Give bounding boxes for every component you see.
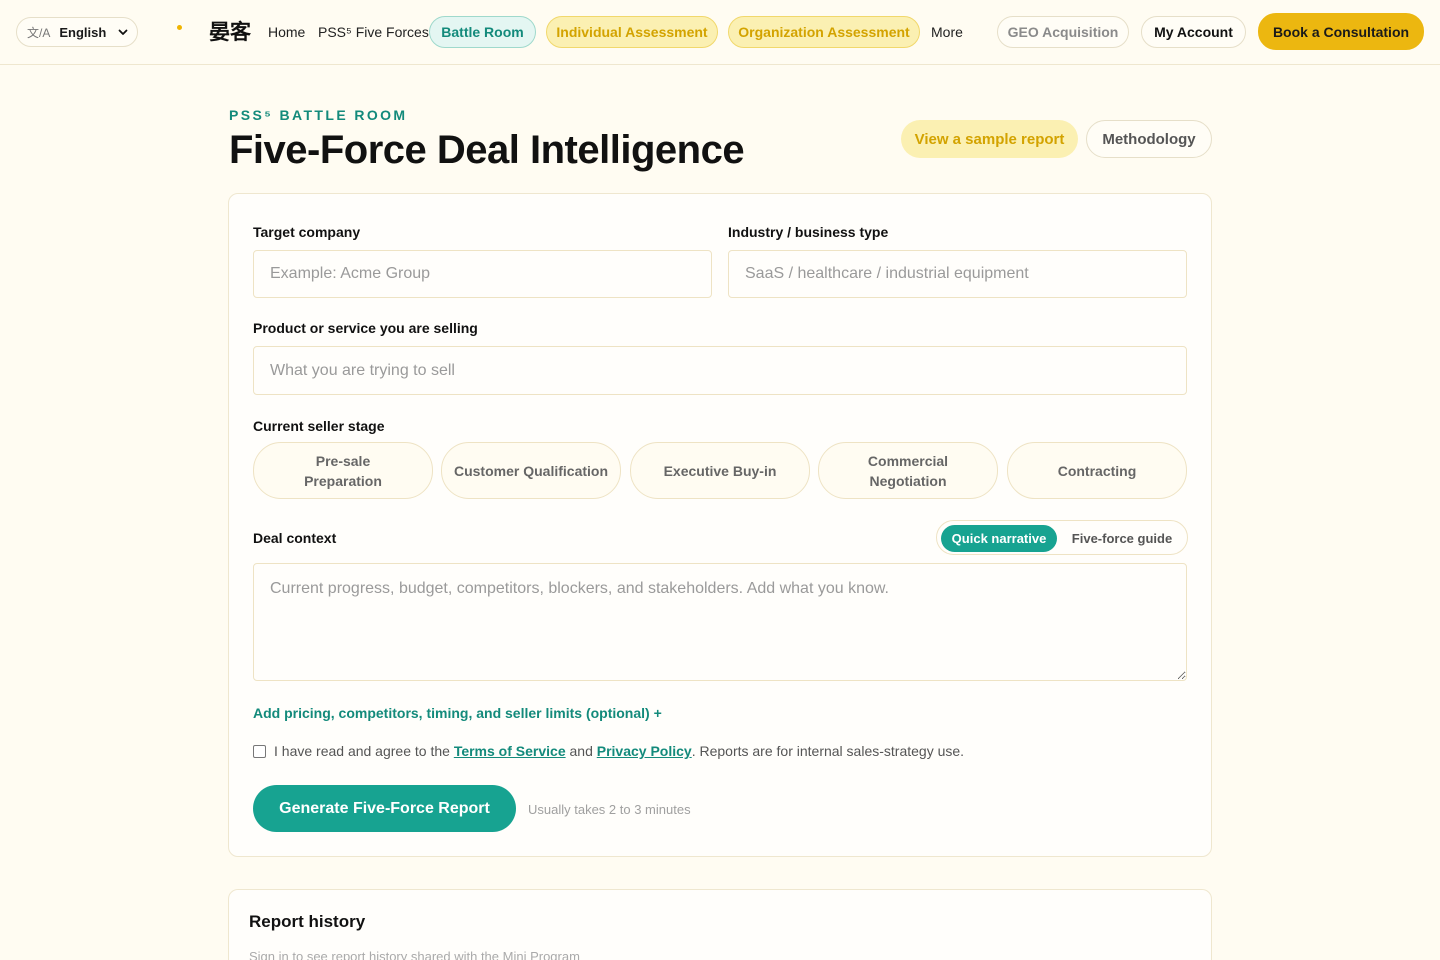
privacy-policy-link[interactable]: Privacy Policy xyxy=(597,743,692,759)
nav-five-forces[interactable]: PSS⁵ Five Forces xyxy=(318,24,429,40)
terms-agreement: I have read and agree to the Terms of Se… xyxy=(253,743,964,759)
nav-battle-room[interactable]: Battle Room xyxy=(429,16,536,48)
brand-logo[interactable]: 晏客 xyxy=(209,16,251,46)
target-company-input[interactable] xyxy=(253,250,712,298)
page-title: Five-Force Deal Intelligence xyxy=(229,128,745,172)
nav-more[interactable]: More xyxy=(931,24,963,40)
five-force-guide-tab[interactable]: Five-force guide xyxy=(1067,525,1177,552)
page-eyebrow: PSS⁵ BATTLE ROOM xyxy=(229,107,408,123)
terms-of-service-link[interactable]: Terms of Service xyxy=(454,743,566,759)
generate-report-button[interactable]: Generate Five-Force Report xyxy=(253,785,516,832)
product-input[interactable] xyxy=(253,346,1187,395)
generation-time-hint: Usually takes 2 to 3 minutes xyxy=(528,802,691,817)
agree-text-post: . Reports are for internal sales-strateg… xyxy=(691,743,965,759)
report-history-title: Report history xyxy=(249,912,366,931)
industry-input[interactable] xyxy=(728,250,1187,298)
report-history-card: Report history Sign in to see report his… xyxy=(228,889,1212,960)
nav-individual-assessment[interactable]: Individual Assessment xyxy=(546,16,718,48)
agree-text-pre: I have read and agree to the xyxy=(274,743,454,759)
translate-icon: 文/A xyxy=(27,25,51,40)
stage-executive-buy-in[interactable]: Executive Buy-in xyxy=(630,442,810,499)
book-consultation-button[interactable]: Book a Consultation xyxy=(1258,13,1424,50)
seller-stage-label: Current seller stage xyxy=(253,418,385,434)
logo-dot xyxy=(177,25,182,30)
deal-form-card: Target company Industry / business type … xyxy=(228,193,1212,857)
nav-home[interactable]: Home xyxy=(268,24,305,40)
stage-commercial-negotiation[interactable]: Commercial Negotiation xyxy=(818,442,998,499)
top-navigation: 文/A English 晏客 Home PSS⁵ Five Forces Bat… xyxy=(0,0,1440,65)
stage-customer-qualification[interactable]: Customer Qualification xyxy=(441,442,621,499)
language-selector[interactable]: 文/A English xyxy=(16,17,138,47)
deal-context-label: Deal context xyxy=(253,530,337,546)
nav-organization-assessment[interactable]: Organization Assessment xyxy=(728,16,920,48)
target-company-label: Target company xyxy=(253,224,361,240)
deal-context-textarea[interactable] xyxy=(253,563,1187,681)
language-label: English xyxy=(59,24,107,40)
add-optional-details-link[interactable]: Add pricing, competitors, timing, and se… xyxy=(253,705,662,721)
chevron-down-icon xyxy=(118,29,128,35)
quick-narrative-tab[interactable]: Quick narrative xyxy=(941,525,1057,552)
nav-geo-acquisition[interactable]: GEO Acquisition xyxy=(997,16,1129,48)
stage-presale-preparation[interactable]: Pre-sale Preparation xyxy=(253,442,433,499)
context-mode-toggle: Quick narrative Five-force guide xyxy=(936,520,1188,555)
methodology-button[interactable]: Methodology xyxy=(1086,120,1212,158)
stage-contracting[interactable]: Contracting xyxy=(1007,442,1187,499)
agree-checkbox[interactable] xyxy=(253,744,266,758)
my-account-button[interactable]: My Account xyxy=(1141,16,1246,48)
agree-text-and: and xyxy=(565,743,597,759)
report-history-subtitle: Sign in to see report history shared wit… xyxy=(249,949,580,960)
industry-label: Industry / business type xyxy=(728,224,889,240)
view-sample-report-button[interactable]: View a sample report xyxy=(901,120,1078,158)
product-label: Product or service you are selling xyxy=(253,320,478,336)
